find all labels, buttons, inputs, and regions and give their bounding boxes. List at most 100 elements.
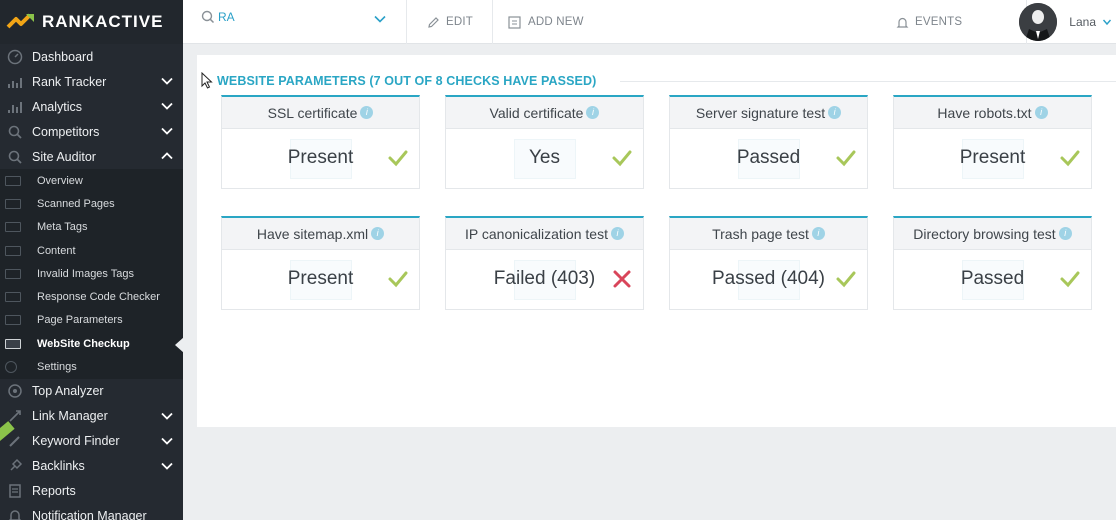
sidebar-item-competitors[interactable]: Competitors <box>0 119 183 144</box>
keyword-finder-icon <box>5 433 25 449</box>
sidebar-subitem-overview[interactable]: Overview <box>0 169 183 192</box>
check-card-body: Passed (404) <box>670 250 867 308</box>
sidebar-item-label: Keyword Finder <box>32 434 120 449</box>
divider <box>620 81 1116 82</box>
add-new-button[interactable]: ADD NEW <box>507 0 584 44</box>
check-card: Directory browsing test i Passed <box>893 216 1092 310</box>
check-card-body: Present <box>222 250 419 308</box>
check-card-header: Valid certificate i <box>446 97 643 129</box>
check-card: IP canonicalization test i Failed (403) <box>445 216 644 310</box>
top-bar: RA EDIT ADD NEW EVENTS Lana <box>183 0 1116 44</box>
chevron-down-icon[interactable] <box>161 410 173 422</box>
check-card-body: Present <box>222 129 419 187</box>
check-title: Valid certificate <box>489 104 584 121</box>
sidebar-item-link-manager[interactable]: Link Manager <box>0 404 183 429</box>
chevron-down-icon[interactable] <box>161 75 173 87</box>
sidebar-subitem-settings[interactable]: Settings <box>0 355 183 378</box>
sidebar-subitem-label: Page Parameters <box>37 314 123 327</box>
project-name: RA <box>218 10 235 24</box>
chevron-down-icon[interactable] <box>373 12 387 26</box>
check-card-body: Passed <box>670 129 867 187</box>
events-button[interactable]: EVENTS <box>895 0 962 44</box>
sidebar-item-label: Link Manager <box>32 409 108 424</box>
dashboard-icon <box>5 49 25 65</box>
info-icon[interactable]: i <box>1034 106 1048 119</box>
chevron-down-icon[interactable] <box>161 125 173 137</box>
info-icon[interactable]: i <box>610 227 624 240</box>
sidebar-item-notification-manager[interactable]: Notification Manager <box>0 504 183 520</box>
pencil-icon <box>428 16 439 28</box>
user-name: Lana <box>1069 15 1096 29</box>
sidebar-item-label: Notification Manager <box>32 509 147 520</box>
sidebar-item-top-analyzer[interactable]: Top Analyzer <box>0 379 183 404</box>
sidebar-subitem-website-checkup[interactable]: WebSite Checkup <box>0 332 184 355</box>
sidebar-item-label: Analytics <box>32 99 83 114</box>
chevron-down-icon[interactable] <box>161 460 173 472</box>
chevron-down-icon[interactable] <box>161 435 173 447</box>
overview-icon <box>5 175 21 186</box>
check-icon <box>1060 150 1080 167</box>
user-avatar-icon <box>1019 3 1058 41</box>
check-card-body: Failed (403) <box>446 250 643 308</box>
brand-logo[interactable]: RANKACTIVE <box>0 0 183 44</box>
check-card: Valid certificate i Yes <box>445 95 644 189</box>
sidebar-subitem-response-code-checker[interactable]: Response Code Checker <box>0 285 183 308</box>
sidebar-item-rank-tracker[interactable]: Rank Tracker <box>0 69 183 94</box>
sidebar: RANKACTIVE Dashboard Rank Tracker Analyt… <box>0 0 184 520</box>
check-card-header: Have sitemap.xml i <box>222 218 419 250</box>
check-title: Server signature test <box>695 104 826 121</box>
chevron-down-icon[interactable] <box>161 100 173 112</box>
sidebar-subitem-invalid-images-tags[interactable]: Invalid Images Tags <box>0 262 183 285</box>
info-icon[interactable]: i <box>811 227 825 240</box>
edit-label: EDIT <box>446 16 473 28</box>
info-icon[interactable]: i <box>828 106 842 119</box>
backlinks-icon <box>5 458 25 474</box>
website-parameters-panel: WEBSITE PARAMETERS (7 OUT OF 8 CHECKS HA… <box>197 55 1116 427</box>
check-card-header: Server signature test i <box>670 97 867 129</box>
user-menu[interactable]: Lana <box>1019 0 1116 44</box>
info-icon[interactable]: i <box>360 106 374 119</box>
sidebar-subitem-label: Content <box>37 244 76 257</box>
check-icon <box>836 150 856 167</box>
sidebar-item-label: Dashboard <box>32 49 94 64</box>
website-checkup-icon <box>5 338 21 349</box>
scanned-pages-icon <box>5 198 21 209</box>
rank-tracker-icon <box>5 74 25 90</box>
project-selector[interactable]: RA <box>201 10 235 24</box>
page-parameters-icon <box>5 315 21 326</box>
sidebar-item-site-auditor[interactable]: Site Auditor <box>0 144 183 169</box>
sidebar-item-dashboard[interactable]: Dashboard <box>0 44 183 69</box>
check-title: Have sitemap.xml <box>256 225 369 242</box>
sidebar-item-reports[interactable]: Reports <box>0 479 183 504</box>
reports-icon <box>5 483 25 499</box>
content-icon <box>5 245 21 256</box>
sidebar-item-label: Top Analyzer <box>32 384 104 399</box>
chevron-up-icon[interactable] <box>161 150 173 162</box>
check-title: SSL certificate <box>267 104 358 121</box>
add-document-icon <box>508 15 521 29</box>
edit-button[interactable]: EDIT <box>426 0 473 44</box>
top-analyzer-icon <box>5 383 25 399</box>
sidebar-item-label: Rank Tracker <box>32 74 107 89</box>
panel-title: WEBSITE PARAMETERS (7 OUT OF 8 CHECKS HA… <box>217 74 597 88</box>
check-card: Trash page test i Passed (404) <box>669 216 868 310</box>
info-icon[interactable]: i <box>371 227 385 240</box>
sidebar-item-keyword-finder[interactable]: Keyword Finder <box>0 429 183 454</box>
check-card-header: Trash page test i <box>670 218 867 250</box>
check-card: SSL certificate i Present <box>221 95 420 189</box>
info-icon[interactable]: i <box>1058 227 1072 240</box>
check-card-header: SSL certificate i <box>222 97 419 129</box>
site-auditor-submenu: Overview Scanned Pages Meta Tags Content… <box>0 169 184 379</box>
rankactive-logo-icon <box>6 13 34 29</box>
sidebar-item-label: Reports <box>32 484 76 499</box>
sidebar-subitem-scanned-pages[interactable]: Scanned Pages <box>0 192 183 215</box>
sidebar-item-label: Backlinks <box>32 459 85 474</box>
sidebar-item-backlinks[interactable]: Backlinks <box>0 454 183 479</box>
check-card-body: Yes <box>446 129 643 187</box>
sidebar-subitem-meta-tags[interactable]: Meta Tags <box>0 216 183 239</box>
check-icon <box>388 150 408 167</box>
sidebar-item-analytics[interactable]: Analytics <box>0 94 183 119</box>
info-icon[interactable]: i <box>586 106 600 119</box>
sidebar-subitem-content[interactable]: Content <box>0 239 183 262</box>
sidebar-subitem-page-parameters[interactable]: Page Parameters <box>0 309 183 332</box>
